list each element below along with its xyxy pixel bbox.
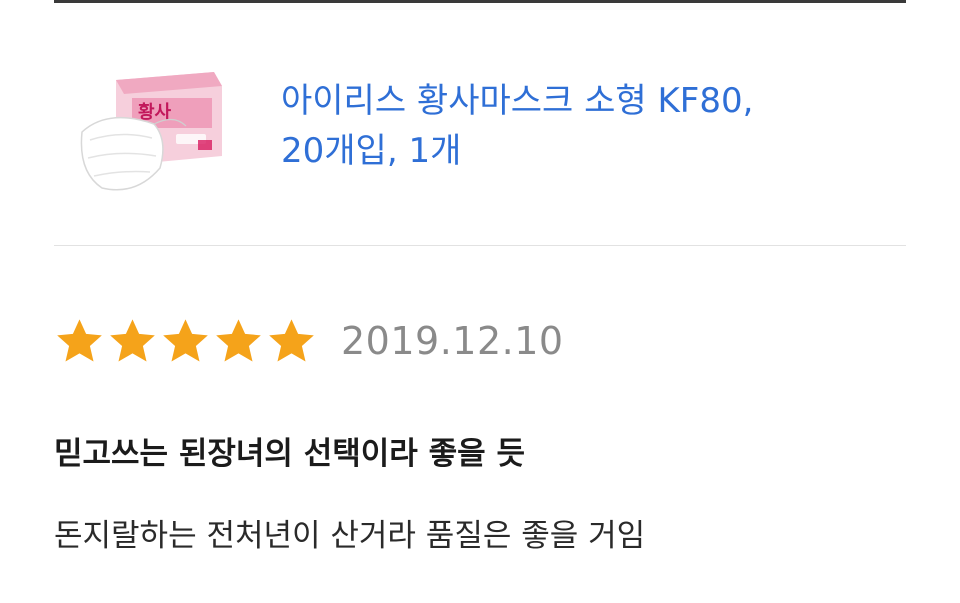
review-card: 황사 아이리스 황사마스크 소형 KF80, 20개입, 1개 2019.12.… xyxy=(0,0,960,603)
star-icon xyxy=(57,318,102,361)
product-title-line2[interactable]: 20개입, 1개 xyxy=(281,131,461,171)
star-icon xyxy=(163,318,208,361)
star-icon xyxy=(216,318,261,361)
star-icon xyxy=(269,318,314,361)
review-date: 2019.12.10 xyxy=(341,319,564,363)
star-rating xyxy=(54,316,317,367)
star-icon xyxy=(110,318,155,361)
review-headline: 믿고쓰는 된장녀의 선택이라 좋을 듯 xyxy=(54,436,525,472)
mask-product-image-icon[interactable]: 황사 xyxy=(76,68,226,198)
review-body: 돈지랄하는 전처년이 산거라 품질은 좋을 거임 xyxy=(54,518,646,554)
product-title-line1[interactable]: 아이리스 황사마스크 소형 KF80, xyxy=(281,81,753,121)
top-divider xyxy=(54,0,906,3)
rating-row: 2019.12.10 xyxy=(54,314,564,368)
section-divider xyxy=(54,245,906,246)
product-title-link[interactable]: 아이리스 황사마스크 소형 KF80, 20개입, 1개 xyxy=(281,76,881,176)
product-section[interactable]: 황사 아이리스 황사마스크 소형 KF80, 20개입, 1개 xyxy=(54,58,906,208)
